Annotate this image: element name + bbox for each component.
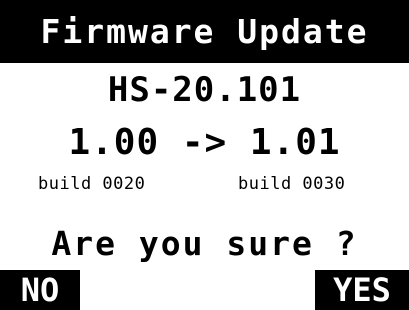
build-new: build 0030 xyxy=(238,174,346,194)
version-transition: 1.00 -> 1.01 xyxy=(68,122,341,163)
no-button[interactable]: NO xyxy=(0,270,80,310)
device-model: HS-20.101 xyxy=(107,70,302,110)
yes-button[interactable]: YES xyxy=(315,270,409,310)
build-old: build 0020 xyxy=(38,174,146,194)
page-title: Firmware Update xyxy=(0,0,409,63)
confirm-question: Are you sure ? xyxy=(51,224,358,263)
firmware-update-screen: Firmware Update HS-20.101 1.00 -> 1.01 b… xyxy=(0,0,409,310)
